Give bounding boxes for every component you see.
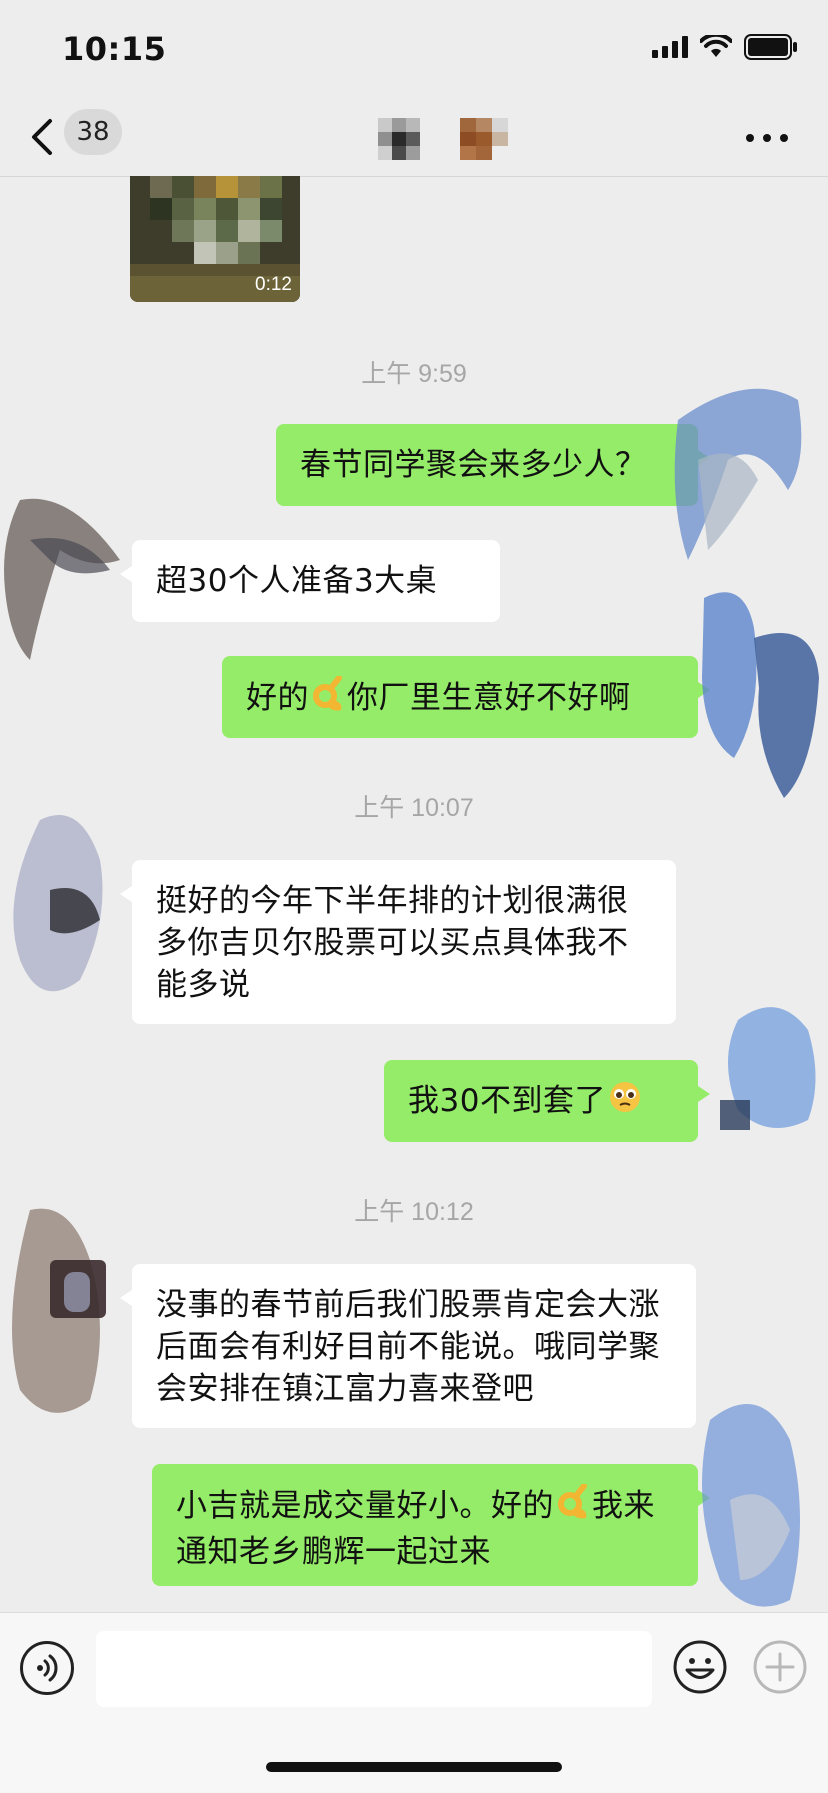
message-text: 我30不到套了 <box>408 1083 606 1119</box>
incoming-message[interactable]: 挺好的今年下半年排的计划很满很多你吉贝尔股票可以买点具体我不能多说 <box>120 860 676 1024</box>
video-duration: 0:12 <box>255 274 292 295</box>
home-indicator <box>266 1762 562 1772</box>
message-timestamp: 上午 10:07 <box>354 794 474 822</box>
battery-icon <box>744 34 797 60</box>
incoming-message[interactable]: 没事的春节前后我们股票肯定会大涨后面会有利好目前不能说。哦同学聚会安排在镇江富力… <box>120 1264 696 1428</box>
message-text: 你厂里生意好不好啊 <box>347 680 631 716</box>
add-attachment-icon[interactable] <box>752 1639 808 1695</box>
status-icons <box>652 34 798 60</box>
unread-count-badge: 38 <box>64 109 122 155</box>
chevron-left-icon <box>32 119 52 155</box>
chat-header: 38 <box>0 100 828 177</box>
ok-hand-emoji-icon <box>556 1483 590 1531</box>
outgoing-message[interactable]: 好的 你厂里生意好不好啊 <box>222 656 710 738</box>
message-text: 小吉就是成交量好小。好的 <box>176 1488 554 1524</box>
message-text-input[interactable] <box>96 1631 652 1707</box>
wifi-icon <box>700 35 732 57</box>
my-avatar-blurred <box>702 1404 800 1607</box>
back-button[interactable]: 38 <box>30 109 130 162</box>
cellular-signal-icon <box>652 36 688 58</box>
outgoing-message[interactable]: 我30不到套了 <box>384 1060 710 1142</box>
message-text: 好的 <box>246 680 309 716</box>
message-text: 挺好的今年下半年排的计划很满很多你吉贝尔股票可以买点具体我不能多说 <box>156 883 629 1003</box>
emoji-picker-icon[interactable] <box>672 1639 728 1695</box>
voice-icon <box>37 1654 58 1682</box>
contact-avatar-blurred <box>12 1208 106 1413</box>
my-avatar-blurred <box>720 1007 816 1130</box>
message-text: 超30个人准备3大桌 <box>156 563 438 599</box>
contact-avatar-blurred <box>4 498 120 660</box>
message-text: 春节同学聚会来多少人？ <box>300 447 647 483</box>
chat-title-blurred <box>378 118 508 160</box>
incoming-message[interactable]: 超30个人准备3大桌 <box>120 540 500 622</box>
status-time: 10:15 <box>62 30 167 68</box>
outgoing-message[interactable]: 小吉就是成交量好小。好的 我来通知老乡鹏辉一起过来 <box>152 1464 710 1586</box>
message-text: 没事的春节前后我们股票肯定会大涨后面会有利好目前不能说。哦同学聚会安排在镇江富力… <box>156 1287 660 1407</box>
outgoing-message[interactable]: 春节同学聚会来多少人？ <box>276 424 710 506</box>
status-bar: 10:15 <box>0 0 828 100</box>
video-message-thumbnail[interactable]: 0:12 <box>130 176 300 302</box>
contact-avatar-blurred <box>13 815 103 992</box>
voice-input-button[interactable] <box>20 1641 74 1695</box>
more-options-icon[interactable] <box>742 126 792 150</box>
ok-hand-emoji-icon <box>311 675 345 723</box>
my-avatar-blurred <box>674 388 802 560</box>
pleading-face-emoji-icon <box>608 1080 642 1125</box>
my-avatar-blurred <box>702 592 819 798</box>
